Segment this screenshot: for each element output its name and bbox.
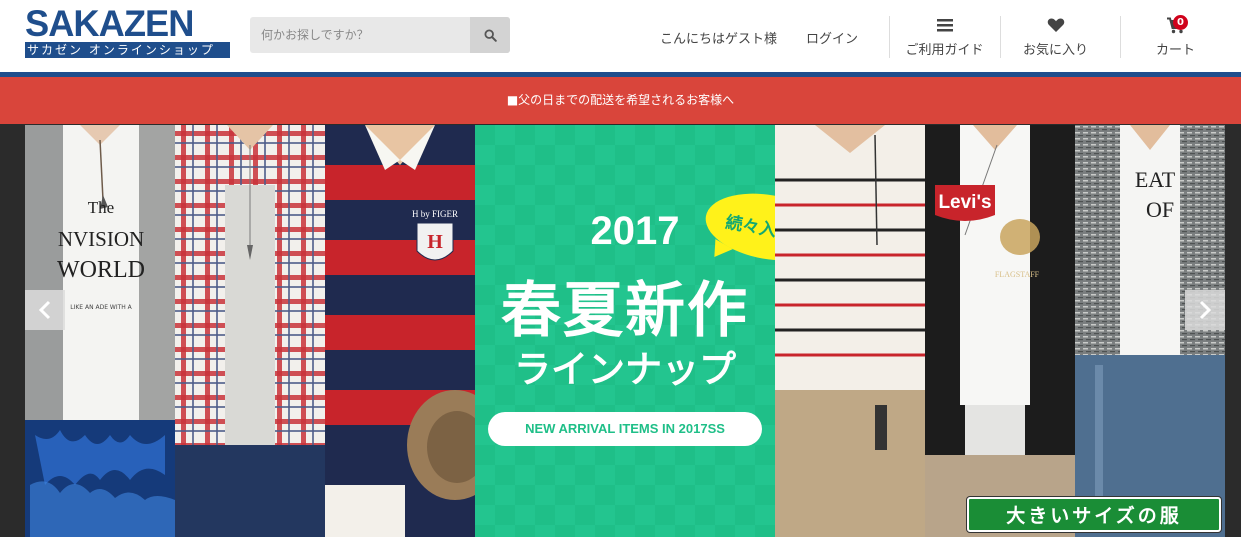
search-box	[250, 17, 510, 53]
model-photo-5	[775, 125, 925, 537]
svg-text:EAT: EAT	[1135, 167, 1176, 192]
new-arrival-button[interactable]: NEW ARRIVAL ITEMS IN 2017SS	[488, 412, 762, 446]
model-photo-3: H by FIGER H	[325, 125, 475, 537]
promo-year: 2017	[590, 209, 680, 253]
promo-headline: 春夏新作	[501, 276, 749, 346]
search-icon	[483, 28, 497, 42]
nav-cart-label: カート	[1155, 43, 1195, 58]
nav-favorites-label: お気に入り	[1022, 43, 1088, 58]
carousel-prev-button[interactable]	[25, 290, 65, 330]
svg-text:H by FIGER: H by FIGER	[412, 209, 458, 219]
model-photo-6: Levi's FLAGSTAFF	[925, 125, 1075, 537]
svg-text:NVISION: NVISION	[58, 227, 144, 251]
chevron-left-icon	[38, 300, 51, 320]
restock-bubble-text: 続々入荷中	[723, 212, 775, 247]
svg-text:LIKE AN ADE WITH A: LIKE AN ADE WITH A	[70, 304, 132, 311]
nav-cart[interactable]: 0 カート	[1120, 15, 1230, 58]
hero-carousel: The NVISION WORLD LIKE AN ADE WITH A H b…	[0, 124, 1241, 537]
search-input[interactable]	[250, 17, 470, 53]
large-size-clothing-label: 大きいサイズの服	[1006, 505, 1182, 527]
guest-greeting: こんにちはゲスト様	[660, 32, 778, 47]
nav-usage-guide[interactable]: ご利用ガイド	[889, 16, 999, 58]
logo-wordmark: SAKAZEN	[25, 3, 194, 44]
svg-text:H: H	[427, 231, 443, 253]
login-link[interactable]: ログイン	[806, 28, 858, 47]
promo-subline: ラインナップ	[514, 348, 736, 391]
logo-subtitle: サカゼン オンラインショップ	[25, 42, 230, 58]
nav-favorites[interactable]: お気に入り	[1000, 16, 1110, 58]
nav-usage-guide-label: ご利用ガイド	[905, 43, 984, 58]
hamburger-menu-icon	[936, 19, 953, 32]
site-header: SAKAZEN サカゼン オンラインショップ こんにちはゲスト様 ログイン ご利…	[0, 0, 1241, 73]
restock-bubble: 続々入荷中	[700, 184, 775, 270]
model-photo-1: The NVISION WORLD LIKE AN ADE WITH A	[25, 125, 175, 537]
hero-slide[interactable]: The NVISION WORLD LIKE AN ADE WITH A H b…	[25, 125, 1225, 537]
cart-count-badge: 0	[1173, 15, 1188, 30]
large-size-clothing-link[interactable]: 大きいサイズの服	[967, 497, 1221, 532]
svg-text:Levi's: Levi's	[938, 192, 991, 213]
svg-text:FLAGSTAFF: FLAGSTAFF	[995, 270, 1040, 279]
promo-banner[interactable]: 2017 続々入荷中 春夏新作 ラインナップ NEW ARRIVAL ITEMS…	[475, 125, 775, 537]
svg-text:WORLD: WORLD	[57, 257, 145, 283]
model-photo-2	[175, 125, 325, 537]
search-button[interactable]	[470, 17, 510, 53]
site-logo[interactable]: SAKAZEN サカゼン オンラインショップ	[25, 3, 230, 58]
svg-text:The: The	[88, 198, 114, 217]
svg-text:OF: OF	[1146, 197, 1174, 222]
notice-text: ■父の日までの配送を希望されるお客様へ	[506, 93, 735, 107]
chevron-right-icon	[1199, 300, 1212, 320]
model-photo-7: EAT OF	[1075, 125, 1225, 537]
carousel-next-button[interactable]	[1185, 290, 1225, 330]
heart-icon	[1047, 18, 1064, 32]
notice-banner[interactable]: ■父の日までの配送を希望されるお客様へ	[0, 77, 1241, 124]
